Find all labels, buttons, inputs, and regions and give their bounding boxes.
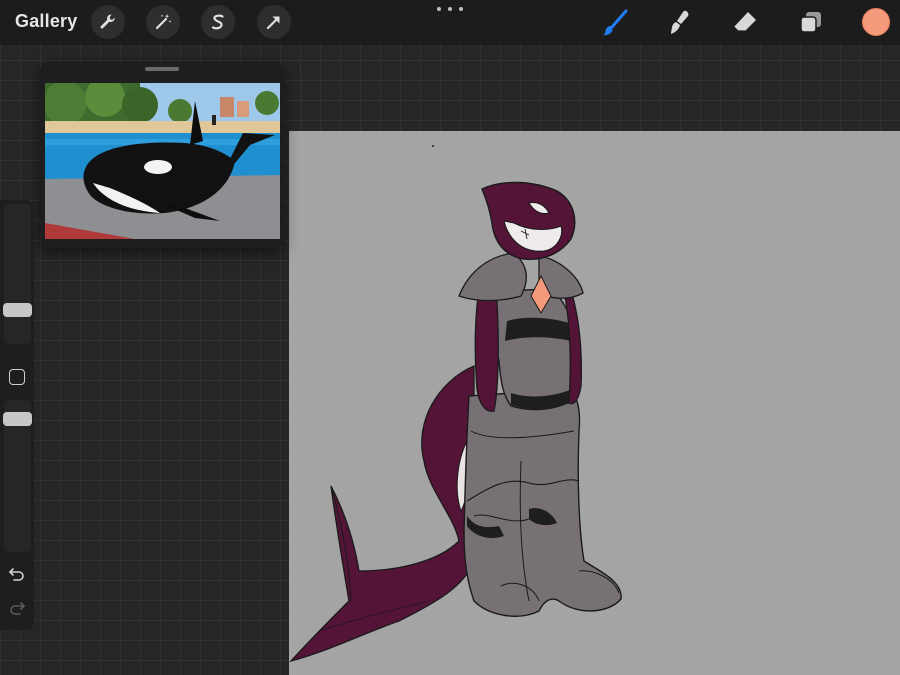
top-toolbar: Gallery [0, 0, 900, 45]
magic-wand-icon[interactable] [146, 5, 180, 39]
sidebar [0, 200, 34, 630]
eraser-icon[interactable] [728, 6, 762, 40]
undo-icon[interactable] [6, 564, 28, 584]
selection-s-icon[interactable] [201, 5, 235, 39]
brush-size-knob[interactable] [3, 303, 32, 317]
opacity-knob[interactable] [3, 412, 32, 426]
orca-character-sketch [289, 145, 622, 663]
wrench-icon[interactable] [91, 5, 125, 39]
brush-icon[interactable] [598, 6, 632, 40]
brush-size-slider[interactable] [4, 204, 31, 344]
smudge-icon[interactable] [662, 6, 696, 40]
transform-arrow-icon[interactable] [257, 5, 291, 39]
gallery-button[interactable]: Gallery [15, 11, 77, 32]
color-picker-button[interactable] [862, 8, 890, 36]
orca-photo [45, 83, 280, 239]
modify-button[interactable] [9, 369, 25, 385]
reference-drag-handle[interactable] [145, 67, 179, 71]
layers-icon[interactable] [794, 6, 828, 40]
drawing-canvas[interactable] [289, 131, 900, 675]
more-options-icon[interactable] [437, 3, 463, 15]
redo-icon[interactable] [6, 598, 28, 618]
reference-panel[interactable] [40, 62, 284, 248]
